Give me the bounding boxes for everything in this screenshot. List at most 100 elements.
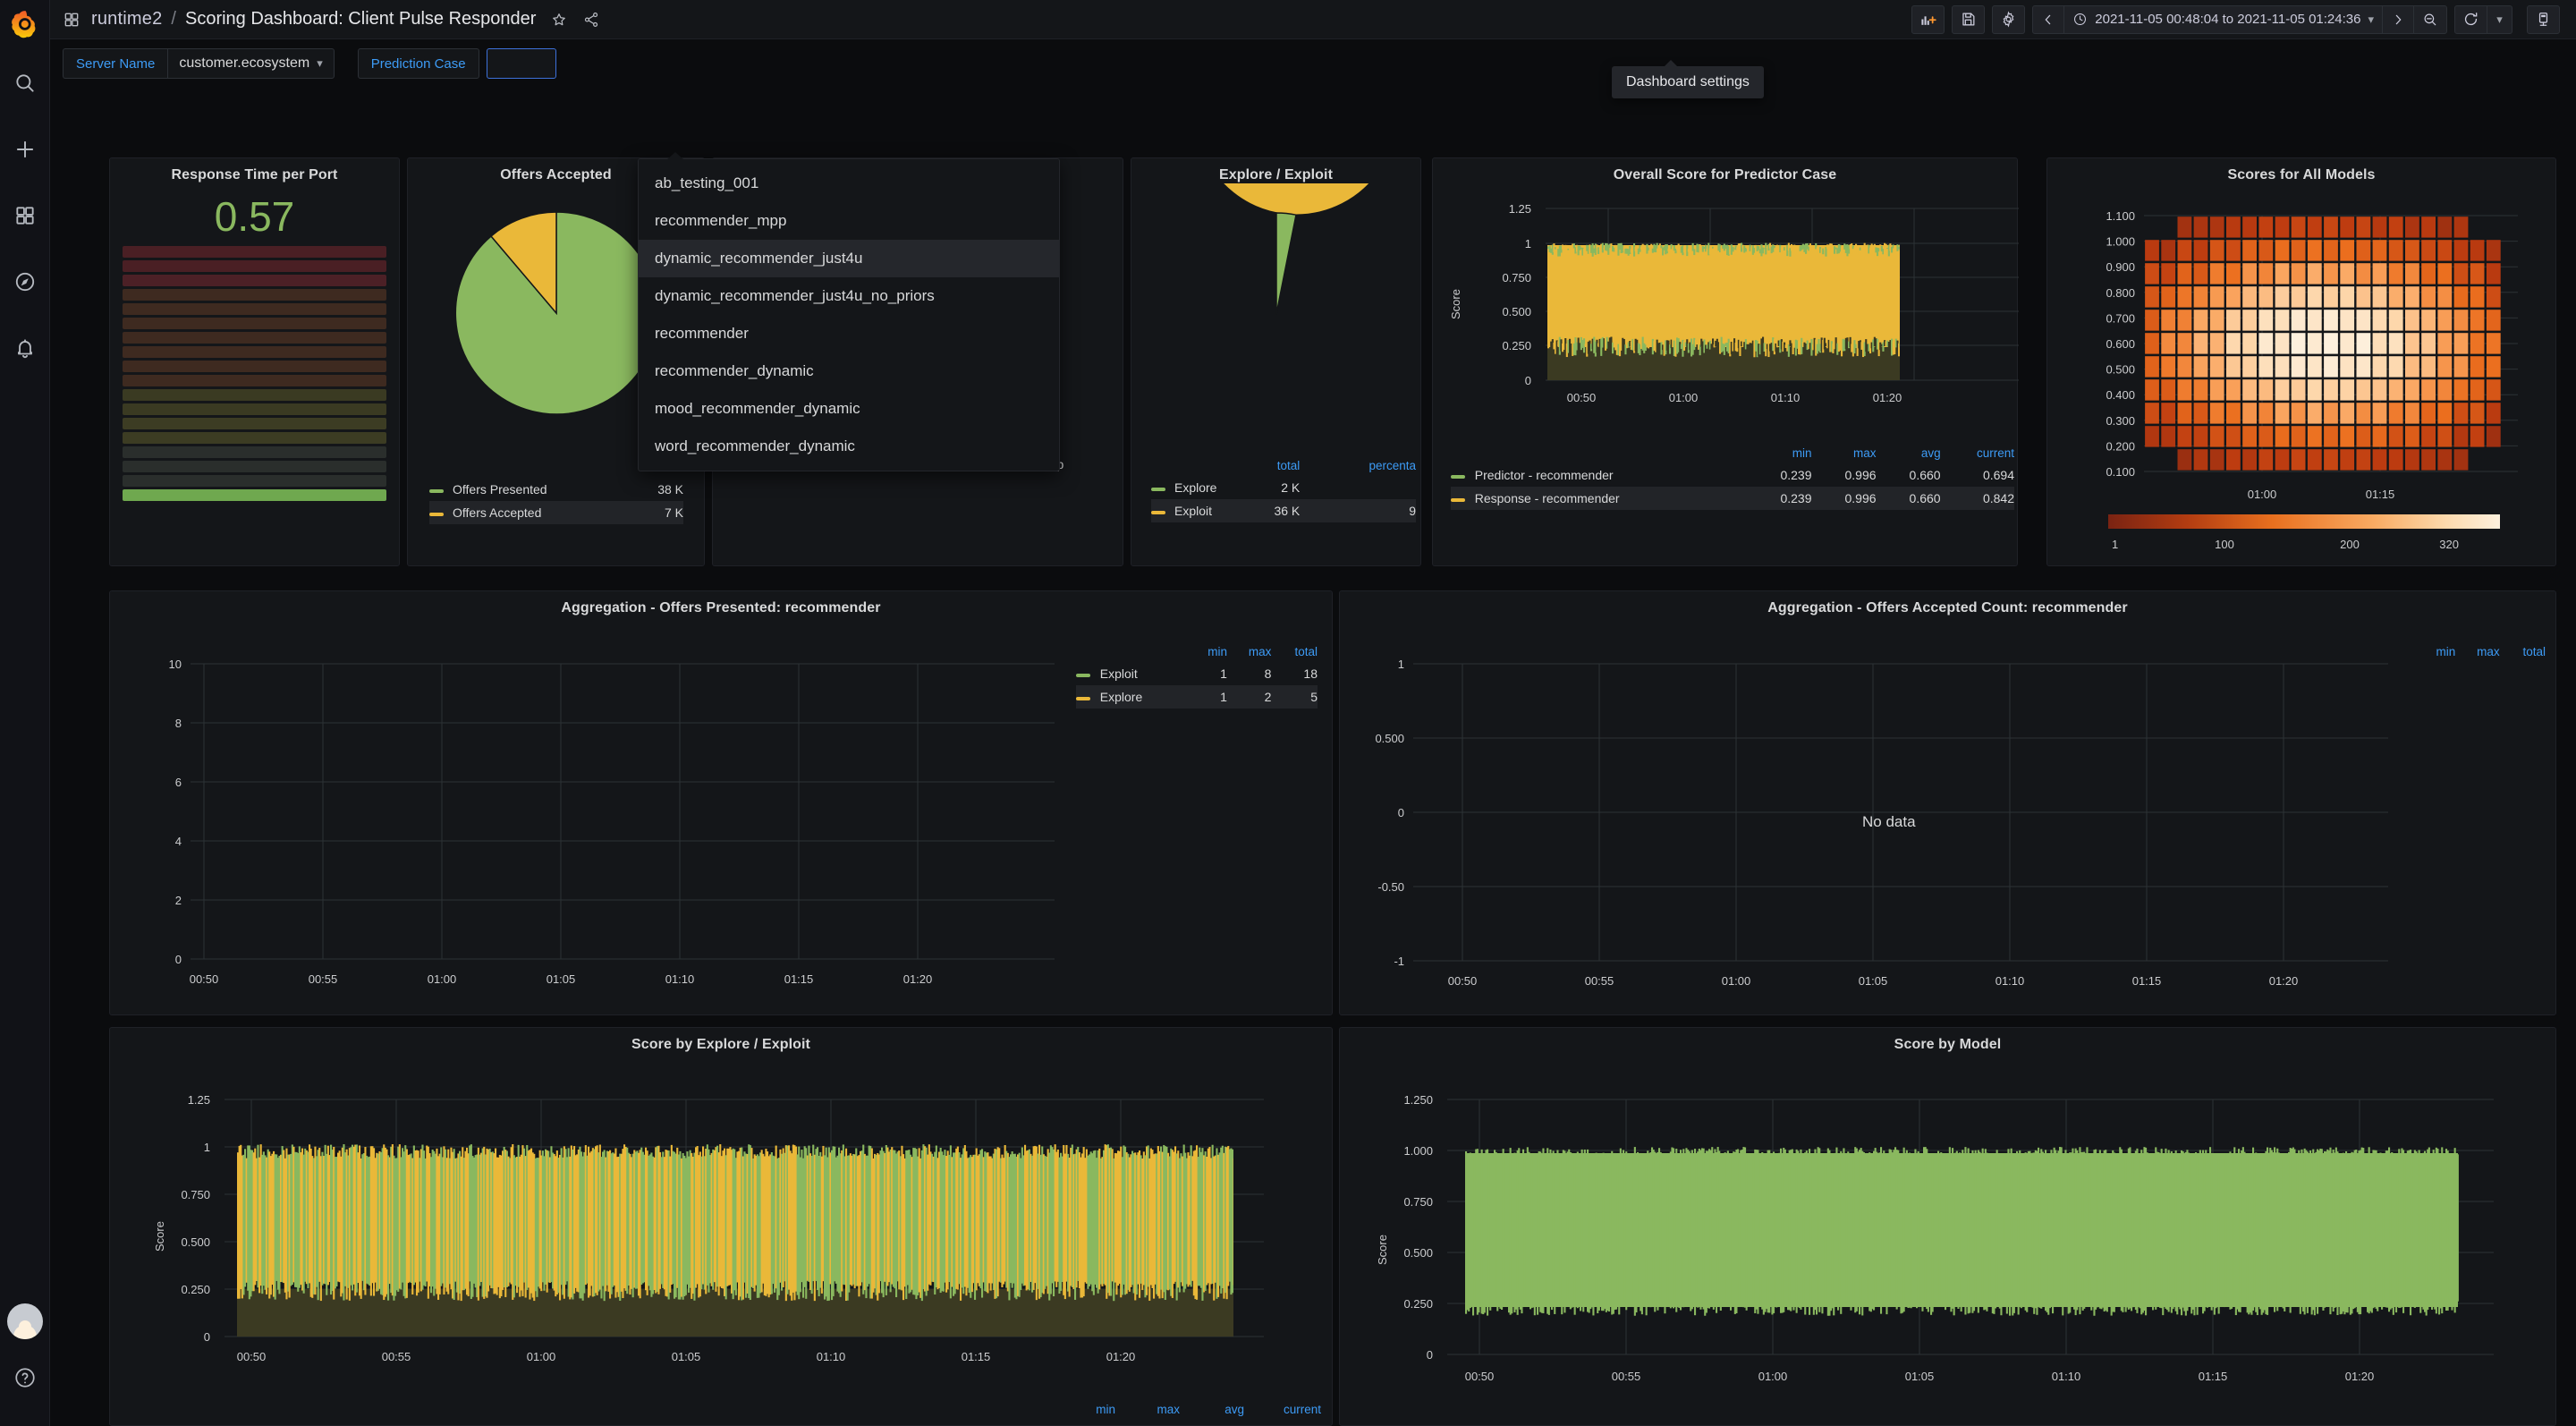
legend-row[interactable]: Predictor - recommender 0.239 0.996 0.66… xyxy=(1451,463,2014,487)
heatmap-cell xyxy=(2486,263,2501,284)
heatmap-cell xyxy=(2405,449,2419,471)
add-panel-button[interactable] xyxy=(1911,4,1945,34)
chevron-down-icon: ▾ xyxy=(2368,12,2374,26)
dropdown-option[interactable]: dynamic_recommender_just4u xyxy=(639,240,1059,277)
star-icon[interactable] xyxy=(550,11,568,29)
legend-header-min[interactable]: min xyxy=(1183,641,1227,662)
zoom-out-button[interactable] xyxy=(2414,6,2446,33)
legend-header-total[interactable]: total xyxy=(2500,641,2546,662)
dropdown-option[interactable]: mood_recommender_dynamic xyxy=(639,390,1059,428)
heatmap-cell xyxy=(2421,356,2436,378)
page-title[interactable]: Scoring Dashboard: Client Pulse Responde… xyxy=(185,9,536,30)
y-tick: 6 xyxy=(175,776,182,789)
variable-server-name-select[interactable]: customer.ecosystem ▾ xyxy=(167,48,335,79)
heatmap-cell xyxy=(2193,356,2208,378)
legend-header-percentage[interactable]: percenta xyxy=(1300,455,1416,476)
heatmap-cell xyxy=(2193,216,2208,238)
x-tick: 00:50 xyxy=(237,1350,267,1363)
legend-header-current[interactable]: current xyxy=(1941,443,2014,463)
heatmap-cell xyxy=(2405,310,2419,331)
time-range-picker[interactable]: 2021-11-05 00:48:04 to 2021-11-05 01:24:… xyxy=(2032,4,2447,34)
heatmap-cell xyxy=(2405,240,2419,261)
sidebar-item-dashboards[interactable] xyxy=(0,182,50,249)
legend-row[interactable]: Offers Presented 38 K xyxy=(429,478,683,501)
legend-row[interactable]: Offers Accepted 7 K xyxy=(429,501,683,524)
heatmap-cell xyxy=(2307,379,2322,401)
y-tick: 0.500 xyxy=(2106,363,2135,377)
legend-header-max[interactable]: max xyxy=(1115,1399,1180,1420)
y-tick: 0.250 xyxy=(1403,1297,1433,1311)
legend-header-min[interactable]: min xyxy=(2411,641,2456,662)
heatmap-cell xyxy=(2307,216,2322,238)
legend-series-name: Response - recommender xyxy=(1474,491,1620,505)
panel-response-time-per-port[interactable]: Response Time per Port 0.57 xyxy=(109,157,400,566)
legend-value-max: 2 xyxy=(1264,690,1272,704)
legend-score-by-explore-exploit: min max avg current xyxy=(1051,1399,1321,1420)
sidebar-item-search[interactable] xyxy=(0,50,50,116)
legend-header-min[interactable]: min xyxy=(1051,1399,1115,1420)
sidebar-item-create[interactable] xyxy=(0,116,50,182)
legend-header-max[interactable]: max xyxy=(2455,641,2500,662)
time-range-next-button[interactable] xyxy=(2383,6,2413,33)
panel-explore-exploit[interactable]: Explore / Exploit total percenta Explore… xyxy=(1131,157,1421,566)
time-range-prev-button[interactable] xyxy=(2033,6,2063,33)
heatmap-cell xyxy=(2356,333,2371,354)
panel-scores-for-all-models[interactable]: Scores for All Models 1.100 1.000 0.900 0.8… xyxy=(2046,157,2556,566)
legend-value-min: 1 xyxy=(1220,666,1227,681)
legend-header-avg[interactable]: avg xyxy=(1180,1399,1244,1420)
panel-aggregation-offers-presented[interactable]: Aggregation - Offers Presented: recommen… xyxy=(109,590,1333,1015)
heatmap-cell xyxy=(2145,356,2159,378)
legend-header-total[interactable]: total xyxy=(1271,641,1318,662)
dropdown-option[interactable]: word_recommender_dynamic xyxy=(639,428,1059,465)
series-sample xyxy=(2456,1154,2459,1302)
breadcrumb-separator: / xyxy=(171,9,176,29)
bar-gauge-segment xyxy=(123,375,386,386)
legend-header-max[interactable]: max xyxy=(1227,641,1272,662)
legend-row[interactable]: Explore 1 2 5 xyxy=(1076,685,1318,709)
sidebar-item-alerting[interactable] xyxy=(0,315,50,381)
legend-row[interactable]: Response - recommender 0.239 0.996 0.660… xyxy=(1451,487,2014,510)
heatmap-scores: 1.100 1.000 0.900 0.800 0.700 0.600 0.500 0.400… xyxy=(2106,209,2518,551)
prediction-case-dropdown[interactable]: ab_testing_001 recommender_mpp dynamic_rec… xyxy=(638,152,1060,471)
legend-header-current[interactable]: current xyxy=(1244,1399,1321,1420)
share-icon[interactable] xyxy=(582,11,600,29)
legend-header-total[interactable]: total xyxy=(1252,455,1301,476)
heatmap-cell xyxy=(2453,263,2469,284)
dropdown-option[interactable]: dynamic_recommender_just4u_no_priors xyxy=(639,277,1059,315)
heatmap-cell xyxy=(2340,356,2355,378)
breadcrumb-folder[interactable]: runtime2 xyxy=(91,9,162,30)
x-tick: 01:05 xyxy=(547,972,576,986)
heatmap-cell xyxy=(2193,240,2208,261)
legend-header-min[interactable]: min xyxy=(1747,443,1812,463)
save-dashboard-button[interactable] xyxy=(1952,4,1986,34)
panel-score-by-explore-exploit[interactable]: Score by Explore / Exploit Score 1.25 1 … xyxy=(109,1027,1333,1426)
kiosk-mode-button[interactable] xyxy=(2527,4,2560,34)
time-range-display[interactable]: 2021-11-05 00:48:04 to 2021-11-05 01:24:… xyxy=(2064,6,2382,33)
sidebar-item-explore[interactable] xyxy=(0,249,50,315)
legend-row[interactable]: Exploit 36 K 9 xyxy=(1151,499,1416,522)
dropdown-option[interactable]: recommender_dynamic xyxy=(639,352,1059,390)
grafana-logo-icon[interactable] xyxy=(0,0,50,50)
y-tick: 0 xyxy=(1525,374,1531,387)
refresh-interval-button[interactable]: ▾ xyxy=(2487,4,2512,34)
heatmap-cell xyxy=(2161,426,2176,447)
avatar[interactable] xyxy=(6,1303,43,1339)
legend-row[interactable]: Exploit 1 8 18 xyxy=(1076,662,1318,685)
heatmap-cell xyxy=(2193,263,2208,284)
legend-header-max[interactable]: max xyxy=(1812,443,1877,463)
dropdown-option[interactable]: recommender_mpp xyxy=(639,202,1059,240)
refresh-button[interactable] xyxy=(2454,4,2487,34)
help-icon[interactable] xyxy=(13,1366,37,1394)
legend-row[interactable]: Explore 2 K xyxy=(1151,476,1416,499)
y-tick: 0.400 xyxy=(2106,388,2135,402)
dropdown-option[interactable]: ab_testing_001 xyxy=(639,165,1059,202)
dashboard-settings-button[interactable] xyxy=(1992,4,2026,34)
variable-prediction-case-input[interactable] xyxy=(486,48,556,79)
legend-header-avg[interactable]: avg xyxy=(1877,443,1941,463)
panel-score-by-model[interactable]: Score by Model Score 1.250 1.000 0.750 0… xyxy=(1339,1027,2556,1426)
panel-overall-score-predictor-case[interactable]: Overall Score for Predictor Case Score 1… xyxy=(1432,157,2019,566)
panel-aggregation-offers-accepted-count[interactable]: Aggregation - Offers Accepted Count: rec… xyxy=(1339,590,2556,1015)
series-sample xyxy=(1851,243,1853,256)
dropdown-option[interactable]: recommender xyxy=(639,315,1059,352)
heatmap-cell xyxy=(2258,356,2274,378)
